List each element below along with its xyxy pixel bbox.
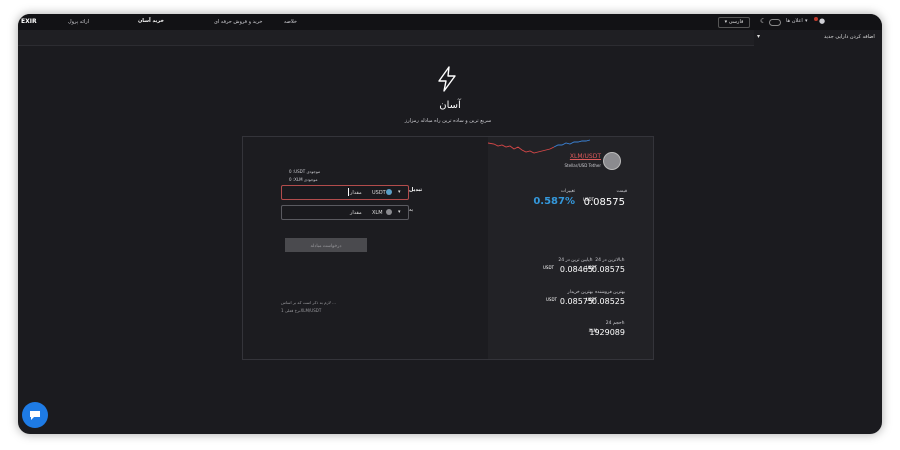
text-caret	[348, 188, 349, 196]
user-icon[interactable]: ●	[819, 17, 825, 25]
balance-usdt: 0 :USDT موجودی	[289, 169, 321, 174]
lightning-icon	[438, 66, 456, 92]
page-subtitle: سریع ترین و ساده ترین راه مبادله رمزارز	[404, 118, 492, 124]
from-amount-field[interactable]: مقدار USDT ▾	[281, 185, 409, 200]
price-label: قیمت	[616, 189, 627, 194]
to-currency[interactable]: XLM	[372, 210, 383, 216]
to-amount-placeholder: مقدار	[350, 209, 362, 216]
to-label: به	[409, 207, 414, 213]
low-24h-label: پایین ترین در 24h	[558, 258, 593, 263]
volume-label: حجم 24h	[605, 321, 625, 326]
chat-icon	[30, 411, 40, 420]
alert-dot	[814, 17, 818, 21]
theme-toggle[interactable]	[769, 19, 781, 26]
nav-item-0[interactable]: ارائه پرول	[68, 19, 89, 25]
stellar-coin-icon	[603, 152, 621, 170]
chevron-down-icon[interactable]: ▾	[757, 33, 760, 40]
rate-note: لازم به ذکر است که بر اساس ...	[281, 300, 336, 305]
page-title: آسان	[439, 100, 461, 111]
best-buy-label: بهترین خریدار	[567, 290, 593, 295]
chevron-down-icon[interactable]: ▾	[805, 18, 808, 24]
convert-label: تبدیل	[409, 187, 423, 193]
best-buy-unit: USDT	[546, 297, 557, 302]
from-currency[interactable]: USDT	[372, 190, 386, 196]
rate-note-2: نرخ فعلی 1XLM/USDT	[281, 308, 322, 313]
moon-icon: ☾	[760, 17, 767, 25]
price-unit: USDT	[583, 197, 594, 202]
app-window: EXIR ارائه پرول خرید آسان خرید و فروش حر…	[18, 14, 882, 434]
subbar	[18, 30, 754, 46]
from-amount-placeholder: مقدار	[350, 189, 362, 196]
balance-xlm: 0 :XLM موجودی	[289, 177, 318, 182]
language-select[interactable]: ▾ فارسی	[718, 17, 750, 28]
notifications-label[interactable]: اعلان ها	[786, 18, 803, 24]
best-sell-label: بهترین فروشنده	[595, 290, 625, 295]
change-value: 0.587%	[533, 196, 575, 207]
chevron-down-icon[interactable]: ▾	[398, 209, 401, 215]
change-label: تغییرات	[560, 189, 575, 194]
add-asset-link[interactable]: اضافه کردن دارایی جدید	[824, 34, 875, 40]
logo[interactable]: EXIR	[21, 18, 37, 25]
chevron-down-icon[interactable]: ▾	[398, 189, 401, 195]
chat-button[interactable]	[22, 402, 48, 428]
exchange-card: 0 :USDT موجودی 0 :XLM موجودی مقدار USDT …	[242, 136, 654, 360]
nav-item-summary[interactable]: خلاصه	[284, 19, 297, 25]
pair-subtitle: Stellar/USD Tether	[564, 163, 602, 168]
volume-unit: XLM	[588, 328, 597, 333]
high-24h-label: بالاترین در 24h	[595, 258, 625, 263]
submit-exchange-button[interactable]: درخواست مبادله	[285, 238, 367, 252]
nav-item-pro-trade[interactable]: خرید و فروش حرفه ای	[214, 19, 263, 25]
xlm-coin-icon	[386, 209, 392, 215]
high-24h-unit: USDT	[586, 265, 597, 270]
low-24h-unit: USDT	[543, 265, 554, 270]
to-amount-field[interactable]: مقدار XLM ▾	[281, 205, 409, 220]
nav-item-easy-buy[interactable]: خرید آسان	[138, 18, 164, 24]
top-navbar: EXIR ارائه پرول خرید آسان خرید و فروش حر…	[18, 14, 882, 30]
best-sell-unit: USDT	[586, 297, 597, 302]
language-label: فارسی	[728, 19, 744, 25]
pair-link[interactable]: XLM/USDT	[570, 153, 601, 160]
market-info-panel: XLM/USDT Stellar/USD Tether قیمت تغییرات…	[487, 137, 653, 359]
usdt-coin-icon	[386, 189, 392, 195]
